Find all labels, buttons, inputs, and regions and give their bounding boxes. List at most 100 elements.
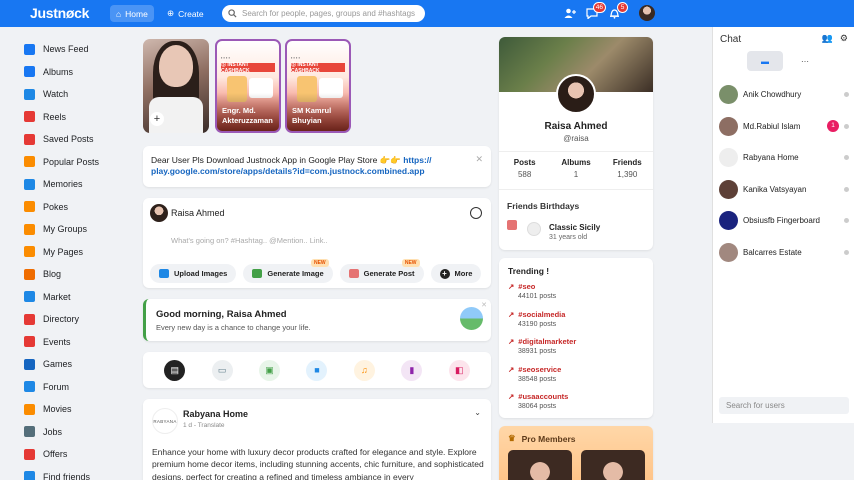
hand-icon	[24, 201, 35, 213]
sidebar-item[interactable]: Memories	[24, 173, 134, 196]
file-posts-icon[interactable]: ▮	[401, 359, 423, 381]
group-chat-icon[interactable]: 👥	[822, 33, 833, 44]
search-icon	[228, 9, 237, 18]
close-icon[interactable]: ✕	[481, 301, 487, 309]
sidebar-item[interactable]: My Pages	[24, 241, 134, 264]
sidebar-item-label: Directory	[43, 314, 80, 325]
story-card[interactable]: ▪ ▪ ▪ ▪ Ⓢ INSTANT CASHBACK SM Kamrul Bhu…	[285, 39, 351, 133]
page-avatar[interactable]: RABYANA	[152, 408, 178, 434]
stat-albums[interactable]: Albums 1	[550, 152, 601, 189]
sidebar-item-label: Movies	[43, 404, 72, 415]
profile-name[interactable]: Raisa Ahmed	[499, 121, 653, 132]
trending-item[interactable]: ↗ #digitalmarketer 38931 posts	[508, 337, 576, 355]
more-button[interactable]: + More	[430, 264, 482, 283]
chat-contact[interactable]: Rabyana Home	[719, 148, 849, 167]
landscape-icon	[460, 307, 483, 330]
trending-item[interactable]: ↗ #socialmedia 43190 posts	[508, 310, 565, 328]
sidebar-item[interactable]: My Groups	[24, 218, 134, 241]
site-logo[interactable]: Justnøck	[30, 5, 89, 21]
stat-posts[interactable]: Posts 588	[499, 152, 550, 189]
sidebar-item[interactable]: Reels	[24, 106, 134, 129]
sidebar-item[interactable]: Blog	[24, 263, 134, 286]
map-posts-icon[interactable]: ◧	[448, 359, 470, 381]
briefcase-icon	[24, 426, 35, 438]
sidebar-item[interactable]: Popular Posts	[24, 151, 134, 174]
sidebar-item[interactable]: Saved Posts	[24, 128, 134, 151]
trending-item[interactable]: ↗ #seoservice 38548 posts	[508, 365, 561, 383]
sidebar-item-label: Saved Posts	[43, 134, 94, 145]
sidebar-item[interactable]: Pokes	[24, 196, 134, 219]
sidebar-item[interactable]: Jobs	[24, 421, 134, 444]
status-dot	[844, 218, 849, 223]
notifications-button[interactable]: 5	[606, 2, 628, 21]
photo-posts-icon[interactable]: ▣	[259, 359, 281, 381]
chat-search-input[interactable]	[726, 401, 844, 410]
composer-input[interactable]: What's going on? #Hashtag.. @Mention.. L…	[171, 236, 328, 245]
create-story-card[interactable]: +	[143, 39, 209, 133]
profile-avatar[interactable]	[556, 74, 596, 114]
search-input[interactable]	[242, 9, 422, 18]
story-promo-text: Ⓢ INSTANT CASHBACK	[221, 62, 275, 74]
birthday-friend-name[interactable]: Classic Sicily	[549, 223, 600, 232]
generate-post-button[interactable]: Generate Post NEW	[339, 259, 424, 283]
chevron-down-icon[interactable]: ⌄	[474, 408, 481, 417]
video-posts-icon[interactable]: ■	[306, 359, 328, 381]
sidebar-item[interactable]: Directory	[24, 308, 134, 331]
pro-member-photo[interactable]	[581, 450, 645, 480]
trending-item[interactable]: ↗ #usaaccounts 38064 posts	[508, 392, 568, 410]
sidebar-item[interactable]: Forum	[24, 376, 134, 399]
story-card[interactable]: ▪ ▪ ▪ ▪ Ⓢ INSTANT CASHBACK Engr. Md. Akt…	[215, 39, 281, 133]
sidebar-item-label: Jobs	[43, 426, 63, 437]
forum-icon	[24, 381, 35, 393]
generate-image-button[interactable]: Generate Image NEW	[243, 259, 333, 283]
sidebar-item[interactable]: Games	[24, 353, 134, 376]
chat-contact[interactable]: Kanika Vatsyayan	[719, 179, 849, 199]
birthday-avatar[interactable]	[527, 222, 541, 236]
emoji-icon[interactable]	[470, 207, 482, 219]
close-icon[interactable]: ✕	[475, 154, 483, 166]
chat-contact[interactable]: Obsiusfb Fingerboard	[719, 211, 849, 230]
sidebar-item[interactable]: Events	[24, 331, 134, 354]
birthdays-title: Friends Birthdays	[507, 201, 580, 211]
trending-count: 38548 posts	[518, 375, 557, 383]
sidebar-item[interactable]: Offers	[24, 443, 134, 466]
sidebar-item[interactable]: Movies	[24, 398, 134, 421]
sidebar-item-label: Watch	[43, 89, 69, 100]
chat-search-bar[interactable]	[719, 397, 849, 414]
sidebar-item[interactable]: Albums	[24, 61, 134, 84]
pro-member-photo[interactable]	[508, 450, 572, 480]
tab-users[interactable]: ▬	[747, 51, 783, 71]
tab-groups[interactable]: ⋯	[787, 51, 823, 71]
sidebar-item-label: Events	[43, 336, 71, 347]
home-label: Home	[125, 8, 148, 19]
sidebar-item[interactable]: Watch	[24, 83, 134, 106]
plus-circle-icon: +	[439, 268, 450, 279]
create-button[interactable]: ⊕ Create	[161, 5, 210, 22]
music-posts-icon[interactable]: ♫	[353, 359, 375, 381]
trending-tag: #usaaccounts	[518, 392, 569, 401]
messages-button[interactable]: 46	[584, 2, 606, 21]
sidebar-item[interactable]: News Feed	[24, 38, 134, 61]
upload-images-button[interactable]: Upload Images	[150, 264, 237, 283]
trending-item[interactable]: ↗ #seo 44101 posts	[508, 282, 556, 300]
stat-label: Posts	[513, 158, 536, 167]
sidebar-item[interactable]: Market	[24, 286, 134, 309]
chat-contact[interactable]: Balcarres Estate	[719, 242, 849, 262]
sidebar-item[interactable]: Find friends	[24, 466, 134, 480]
search-bar[interactable]	[222, 5, 425, 22]
ai-post-icon	[348, 269, 359, 278]
all-posts-icon[interactable]: ▤	[164, 359, 186, 381]
home-button[interactable]: ⌂ Home	[110, 5, 154, 22]
add-story-icon[interactable]: +	[150, 112, 164, 126]
stat-friends[interactable]: Friends 1,390	[602, 152, 653, 189]
trending-tag: #digitalmarketer	[518, 337, 577, 346]
add-friend-icon[interactable]	[562, 6, 578, 21]
chat-contact[interactable]: Md.Rabiul Islam 1	[719, 116, 849, 136]
chat-contact[interactable]: Anik Chowdhury	[719, 85, 849, 104]
stat-value: 1	[573, 170, 579, 179]
market-icon	[24, 291, 35, 303]
profile-avatar-button[interactable]	[639, 5, 655, 21]
post-author-name[interactable]: Rabyana Home	[183, 409, 248, 419]
gear-icon[interactable]: ⚙	[840, 33, 848, 44]
text-posts-icon[interactable]: ▭	[211, 359, 233, 381]
